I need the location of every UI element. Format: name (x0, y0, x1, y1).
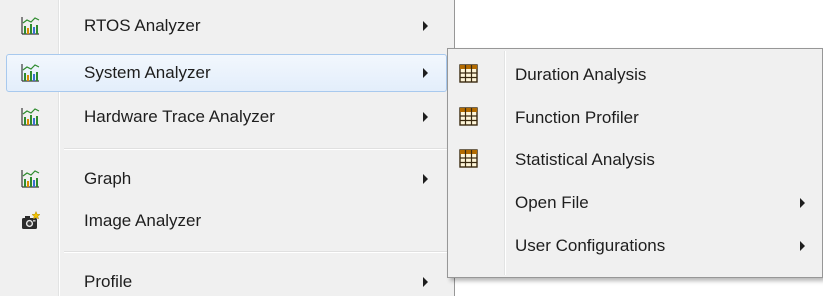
menu-item-image-analyzer[interactable]: Image Analyzer (6, 202, 447, 240)
menu-item-rtos-analyzer[interactable]: RTOS Analyzer (6, 7, 447, 45)
menu-separator (64, 251, 447, 253)
table-grid-icon (459, 107, 478, 126)
submenu-item-label: Function Profiler (515, 108, 639, 127)
submenu-arrow-icon (423, 21, 428, 31)
menu-item-system-analyzer[interactable]: System Analyzer (6, 54, 447, 92)
menu-item-label: Hardware Trace Analyzer (84, 107, 275, 126)
screen: RTOS Analyzer System Analyzer Hardware T… (0, 0, 823, 296)
submenu-item-user-configurations[interactable]: User Configurations (450, 226, 820, 266)
context-submenu-system-analyzer: Duration Analysis Function Profiler Stat… (447, 48, 823, 278)
submenu-item-function-profiler[interactable]: Function Profiler (450, 98, 820, 138)
menu-item-label: Image Analyzer (84, 211, 202, 230)
submenu-item-duration-analysis[interactable]: Duration Analysis (450, 55, 820, 95)
submenu-arrow-icon (423, 277, 428, 287)
submenu-arrow-icon (800, 241, 805, 251)
chart-icon (20, 107, 40, 127)
menu-item-label: System Analyzer (84, 63, 211, 82)
submenu-arrow-icon (423, 174, 428, 184)
table-grid-icon (459, 149, 478, 168)
submenu-item-statistical-analysis[interactable]: Statistical Analysis (450, 140, 820, 180)
chart-icon (20, 16, 40, 36)
menu-item-label: RTOS Analyzer (84, 16, 201, 35)
submenu-arrow-icon (423, 112, 428, 122)
menu-item-label: Graph (84, 169, 132, 188)
chart-icon (20, 63, 40, 83)
menu-separator (64, 148, 447, 150)
submenu-item-label: User Configurations (515, 236, 666, 255)
camera-icon (20, 210, 41, 231)
menu-item-hardware-trace-analyzer[interactable]: Hardware Trace Analyzer (6, 98, 447, 136)
submenu-item-label: Duration Analysis (515, 65, 647, 84)
submenu-arrow-icon (800, 198, 805, 208)
menu-item-graph[interactable]: Graph (6, 160, 447, 198)
submenu-item-open-file[interactable]: Open File (450, 183, 820, 223)
context-menu-main: RTOS Analyzer System Analyzer Hardware T… (0, 0, 455, 296)
table-grid-icon (459, 64, 478, 83)
submenu-item-label: Open File (515, 193, 589, 212)
submenu-item-label: Statistical Analysis (515, 150, 655, 169)
menu-item-label: Profile (84, 272, 133, 291)
submenu-arrow-icon (423, 68, 428, 78)
menu-item-profile[interactable]: Profile (6, 263, 447, 296)
chart-icon (20, 169, 40, 189)
